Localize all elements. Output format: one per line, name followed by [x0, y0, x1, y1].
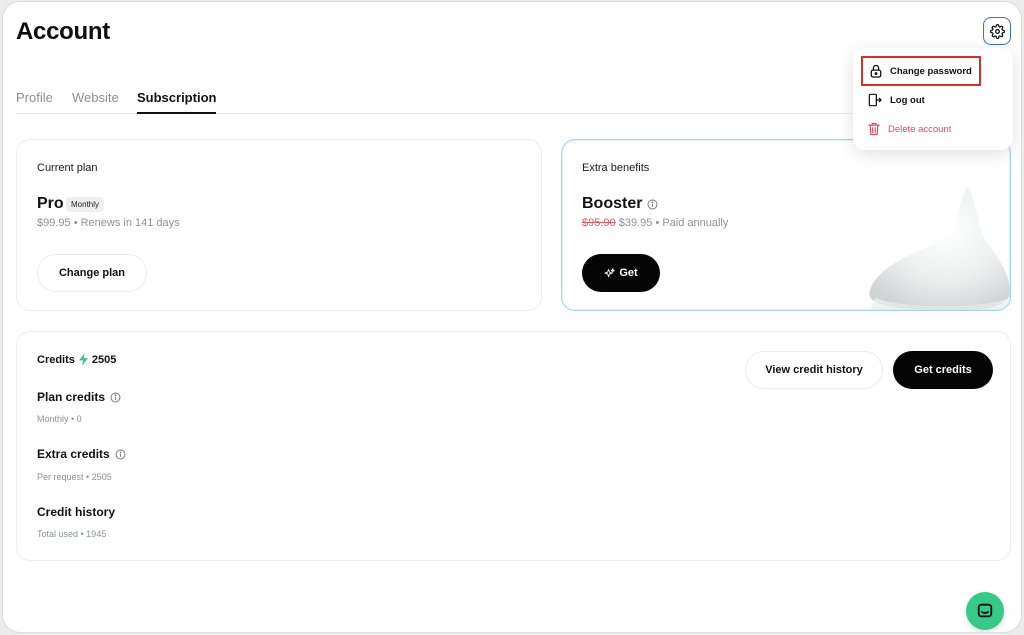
- credit-history-sub: Total used • 1945: [37, 529, 107, 539]
- info-icon[interactable]: [115, 449, 126, 460]
- sparkle-icon: [604, 267, 616, 277]
- settings-dropdown-menu: Change password Log out Delete account: [853, 48, 1013, 150]
- credits-card: Credits 2505 View credit history Get cre…: [16, 331, 1011, 561]
- extra-benefits-label: Extra benefits: [582, 162, 650, 174]
- chat-icon: [977, 603, 993, 618]
- extra-benefits-card: Extra benefits Booster $95.90 $39.95 • P…: [561, 139, 1011, 311]
- change-password-label: Change password: [890, 65, 972, 77]
- booster-title: Booster: [582, 195, 658, 213]
- decorative-blob-image: [869, 188, 1010, 310]
- tab-profile[interactable]: Profile: [16, 90, 53, 112]
- info-icon[interactable]: [110, 392, 121, 403]
- current-plan-label: Current plan: [37, 162, 98, 174]
- booster-name: Booster: [582, 195, 643, 212]
- credit-history-title: Credit history: [37, 505, 116, 519]
- get-booster-button[interactable]: Get: [582, 254, 660, 292]
- credits-label: Credits: [37, 353, 75, 366]
- booster-price-line: $95.90 $39.95 • Paid annually: [582, 217, 728, 229]
- extra-credits-label: Extra credits: [37, 447, 110, 461]
- delete-account-menu-item[interactable]: Delete account: [861, 114, 981, 144]
- logout-menu-item[interactable]: Log out: [861, 85, 981, 115]
- booster-price: $39.95 • Paid annually: [615, 217, 729, 229]
- change-password-menu-item[interactable]: Change password: [861, 56, 981, 86]
- logout-label: Log out: [890, 94, 925, 106]
- trash-icon: [868, 122, 880, 136]
- plan-name: Pro: [37, 195, 64, 212]
- change-plan-button[interactable]: Change plan: [37, 254, 147, 292]
- gear-icon: [989, 23, 1005, 39]
- plan-credits-label: Plan credits: [37, 390, 106, 404]
- tab-subscription[interactable]: Subscription: [137, 90, 217, 114]
- plan-price-line: $99.95 • Renews in 141 days: [37, 217, 180, 229]
- booster-old-price: $95.90: [582, 217, 616, 229]
- plan-credits-sub: Monthly • 0: [37, 414, 82, 424]
- settings-button[interactable]: [983, 17, 1011, 45]
- page-title: Account: [16, 18, 110, 45]
- logout-icon: [868, 93, 882, 107]
- lightning-icon: [78, 353, 88, 366]
- info-icon[interactable]: [647, 199, 658, 210]
- get-credits-button[interactable]: Get credits: [893, 351, 993, 389]
- delete-account-label: Delete account: [888, 123, 952, 135]
- credits-header: Credits 2505: [37, 353, 116, 366]
- chat-button[interactable]: [966, 592, 1004, 630]
- tab-website[interactable]: Website: [72, 90, 119, 112]
- lock-icon: [870, 64, 882, 78]
- extra-credits-sub: Per request • 2505: [37, 472, 112, 482]
- account-window: Account Profile Website Subscription Cur…: [2, 1, 1022, 633]
- current-plan-card: Current plan Pro Monthly $99.95 • Renews…: [16, 139, 542, 311]
- credits-total: 2505: [91, 353, 117, 366]
- view-credit-history-button[interactable]: View credit history: [745, 351, 883, 389]
- extra-credits-title: Extra credits: [37, 447, 126, 461]
- billing-badge: Monthly: [66, 197, 105, 212]
- get-booster-label: Get: [619, 267, 638, 279]
- plan-credits-title: Plan credits: [37, 390, 121, 404]
